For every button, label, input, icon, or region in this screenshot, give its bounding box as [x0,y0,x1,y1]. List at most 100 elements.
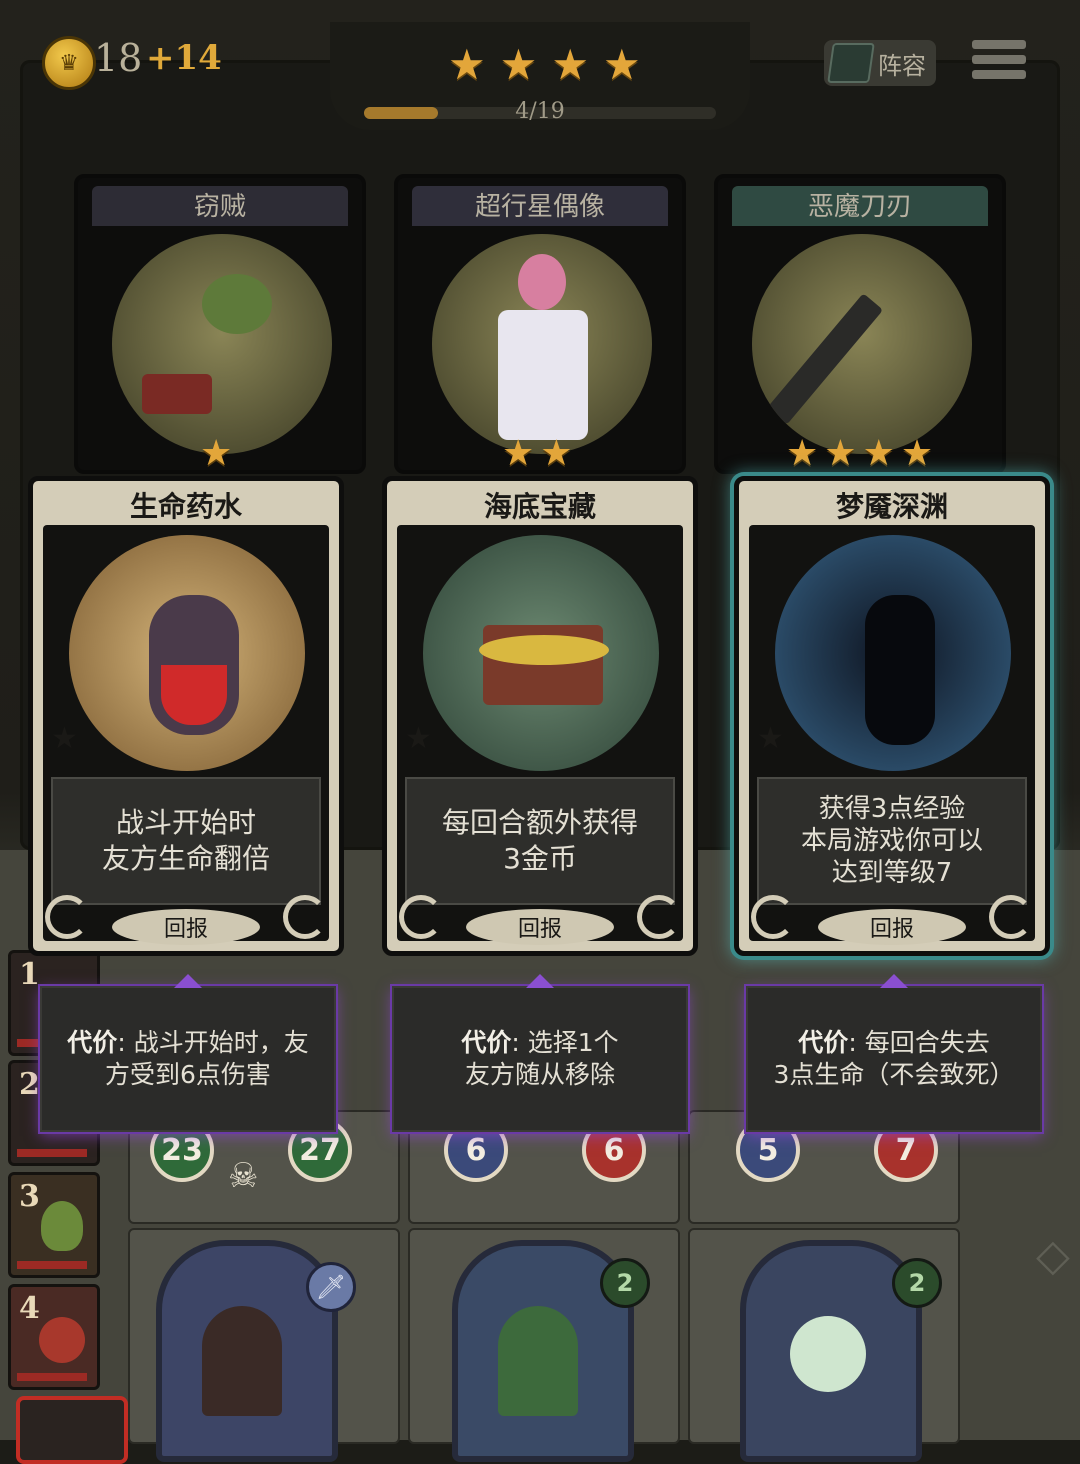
sprout-portrait [790,1316,866,1392]
swirl-ornament-icon [637,895,681,939]
card-star-icon: ★ [786,433,819,474]
offer-description-line: 每回合额外获得 [441,806,638,839]
goblin-portrait [41,1201,83,1251]
attack-value: 5 [757,1132,779,1168]
cost-line: 友方随从移除 [464,1060,615,1089]
minion-level-badge: 2 [600,1258,650,1308]
health-value: 27 [299,1132,341,1168]
goblin-head [202,274,272,334]
swirl-ornament-icon [989,895,1033,939]
side-unit-number: 4 [19,1291,40,1326]
chevron-right-icon[interactable]: ◇ [1036,1230,1070,1281]
card-name: 超行星偶像 [474,192,605,222]
attack-value: 6 [465,1132,487,1168]
rogue-portrait [202,1306,282,1416]
offer-card-life-potion[interactable]: 生命药水 ★ 战斗开始时 友方生命翻倍 回报 [28,476,344,956]
cost-label: 代价 [67,1028,118,1057]
shop-card-idol[interactable]: 超行星偶像 [394,174,686,474]
offer-card-sea-treasure[interactable]: 海底宝藏 ★ 每回合额外获得 3金币 回报 [382,476,698,956]
menu-button[interactable] [972,40,1026,88]
side-unit-health-bar [17,1149,87,1157]
tier-star-icon: ★ [602,40,641,89]
tier-stars: ★ ★ ★ ★ [448,44,641,86]
offer-description: 战斗开始时 友方生命翻倍 [51,777,321,905]
cost-line: 代价: 每回合失去 [798,1028,990,1057]
swirl-ornament-icon [751,895,795,939]
book-icon [827,43,875,83]
cost-label: 代价 [461,1028,512,1057]
offer-description-line: 获得3点经验 [818,794,966,824]
side-unit-health-bar [17,1373,87,1381]
offer-description-line: 3金币 [503,842,577,875]
treasure-chest [142,374,212,414]
offer-description: 每回合额外获得 3金币 [405,777,675,905]
shop-card-thief[interactable]: 窃贼 [74,174,366,474]
star-ornament-icon: ★ [757,721,784,756]
tier-star-icon: ★ [499,40,538,89]
gold-income: +14 [146,38,222,78]
cost-panel: 代价: 选择1个 友方随从移除 [392,974,688,1132]
potion-portrait [69,535,305,771]
menu-icon [972,40,1026,49]
idol-suit [498,310,588,440]
side-unit[interactable]: 3 [8,1172,100,1278]
tier-star-icon: ★ [551,40,589,89]
abyss-portrait [775,535,1011,771]
reward-label: 回报 [818,909,966,945]
demon-portrait [39,1317,85,1363]
blade-portrait [752,234,972,454]
card-star-icon: ★ [900,433,934,474]
card-star-icon: ★ [862,433,895,474]
offer-description-line: 达到等级7 [831,858,953,888]
swirl-ornament-icon [45,895,89,939]
tier-progress-fill [364,107,438,119]
offer-description: 获得3点经验 本局游戏你可以 达到等级7 [757,777,1027,905]
crown-coin-icon: ♛ [42,36,96,90]
side-unit-number: 3 [19,1179,40,1214]
dagger-icon: 🗡 [306,1262,356,1312]
cost-pointer [880,974,908,988]
skull-icon: ☠ [228,1156,259,1196]
health-value: 7 [895,1132,917,1168]
side-unit-number: 2 [19,1067,40,1102]
gold-coins [479,635,609,665]
cost-panel: 代价: 每回合失去 3点生命（不会致死） [746,974,1042,1132]
cost-line: 代价: 战斗开始时，友 [67,1028,309,1057]
side-unit-selected[interactable] [16,1396,128,1464]
shop-card-demon-blade[interactable]: 恶魔刀刃 [714,174,1006,474]
tier-star-icon: ★ [448,40,486,89]
card-name: 窃贼 [193,192,246,222]
star-ornament-icon: ★ [51,721,78,756]
cost-text: 每回合失去 [864,1028,990,1057]
cost-line: 方受到6点伤害 [105,1060,271,1089]
cost-text: 选择1个 [527,1028,619,1057]
tier-progress-label: 4/19 [515,99,565,124]
card-stars: ★ ★ [502,436,573,472]
attack-value: 23 [161,1132,203,1168]
offer-card-nightmare-abyss[interactable]: 梦魇深渊 ★ 获得3点经验 本局游戏你可以 达到等级7 回报 [734,476,1050,956]
side-unit-health-bar [17,1261,87,1269]
team-button-label: 阵容 [878,51,926,80]
cost-line: 3点生命（不会致死） [773,1060,1015,1089]
offer-title: 梦魇深渊 [835,490,948,523]
cost-pointer [526,974,554,988]
offer-description-line: 战斗开始时 [115,806,256,839]
side-unit[interactable]: 4 [8,1284,100,1390]
card-star-icon: ★ [824,433,857,474]
abyss-crevice [865,595,935,745]
dryad-portrait [498,1306,578,1416]
menu-icon-line [972,55,1026,64]
cost-label: 代价 [798,1028,849,1057]
card-name: 恶魔刀刃 [807,192,912,222]
offer-description-line: 友方生命翻倍 [101,842,270,875]
idol-portrait [432,234,652,454]
swirl-ornament-icon [399,895,443,939]
team-button[interactable]: 阵容 [824,40,936,86]
menu-icon-line [972,70,1026,79]
minion-level-value: 2 [616,1269,634,1297]
gold-amount: 18 [94,36,143,80]
potion-liquid [161,665,227,725]
cost-panel: 代价: 战斗开始时，友 方受到6点伤害 [40,974,336,1132]
reward-label: 回报 [112,909,260,945]
card-stars: ★ [200,436,232,472]
